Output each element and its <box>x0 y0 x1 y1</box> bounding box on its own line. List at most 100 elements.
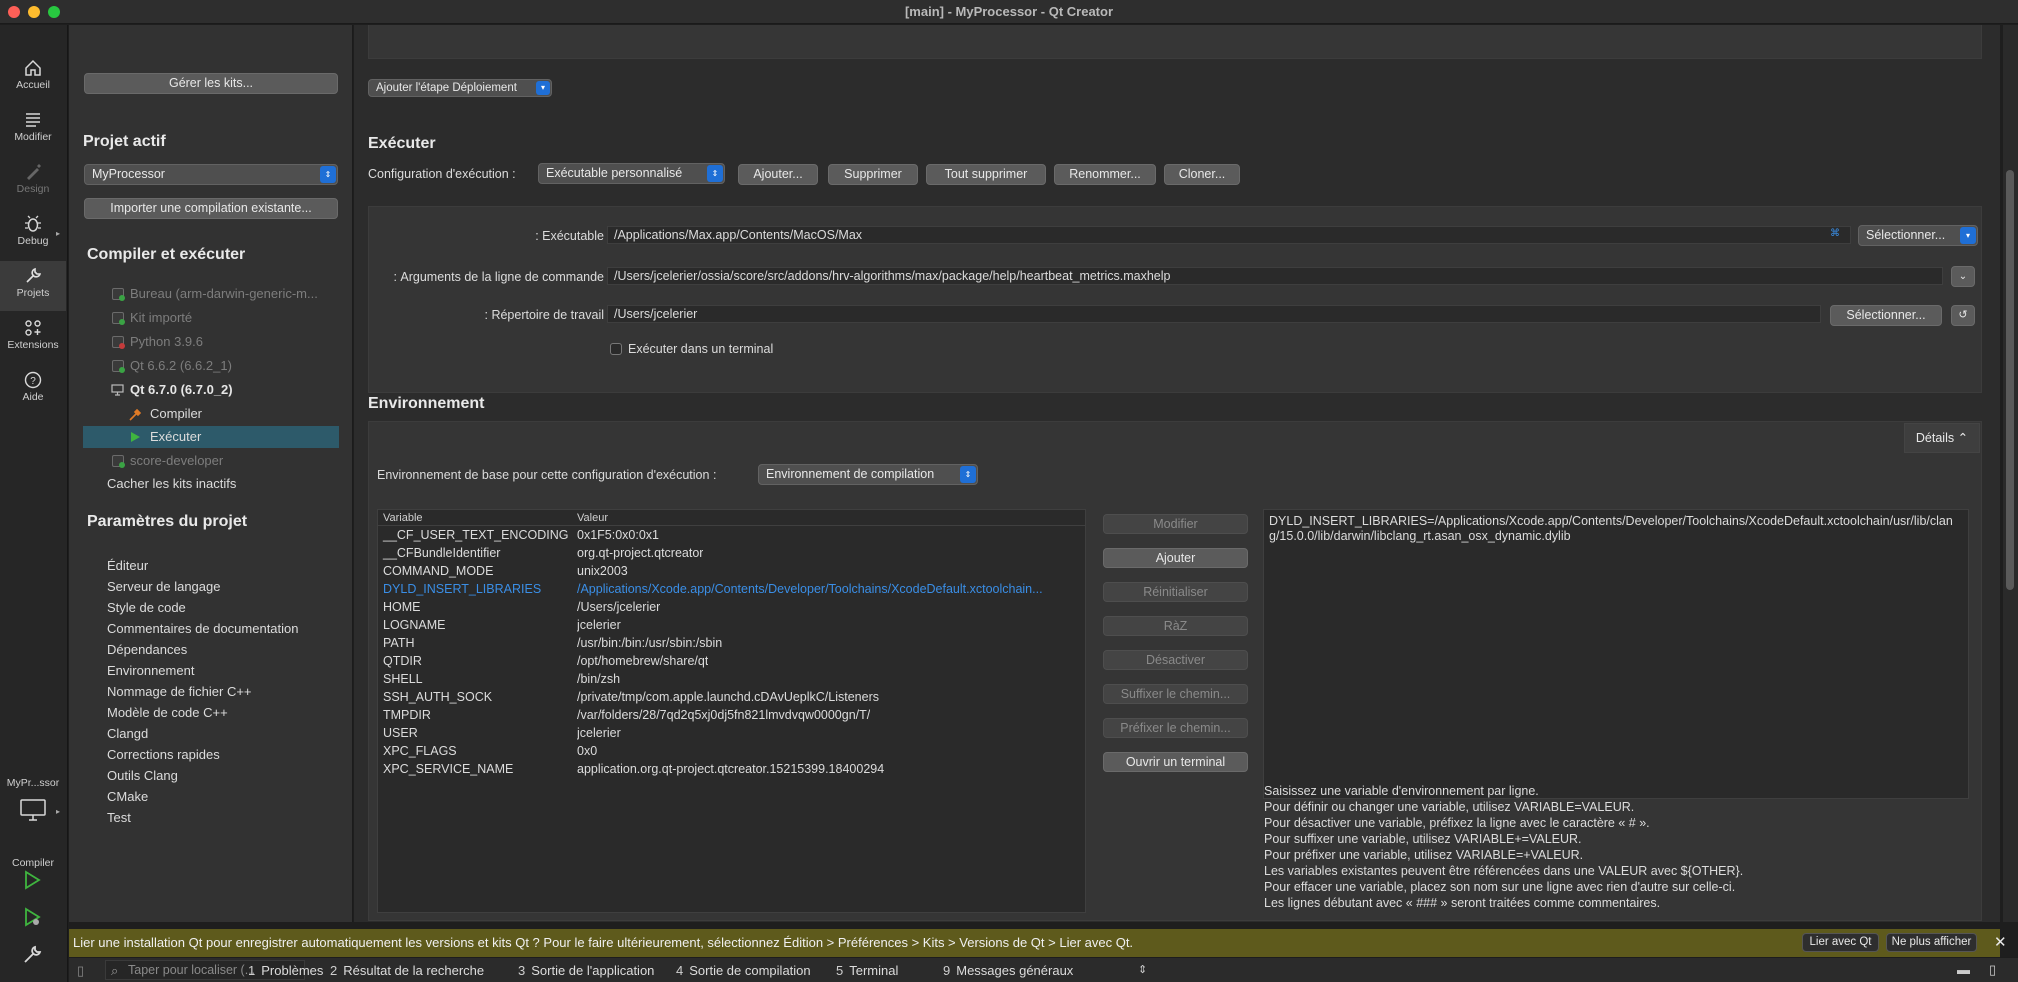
output-pane-button[interactable]: 2 Résultat de la recherche <box>330 963 484 978</box>
toggle-output-icon[interactable]: ▬ <box>1957 962 1970 977</box>
edit-variable-button[interactable]: Modifier <box>1103 514 1248 534</box>
project-setting-item[interactable]: Modèle de code C++ <box>107 705 228 720</box>
build-run-heading: Compiler et exécuter <box>87 246 246 263</box>
project-setting-item[interactable]: Corrections rapides <box>107 747 220 762</box>
add-run-config-button[interactable]: Ajouter... <box>738 164 818 185</box>
table-row[interactable]: LOGNAME jcelerier <box>378 617 1080 635</box>
active-project-select[interactable]: MyProcessor ⇕ <box>84 164 338 185</box>
value-cell: 0x0 <box>577 744 598 758</box>
add-deploy-step-select[interactable]: Ajouter l'étape Déploiement ▾ <box>368 79 552 97</box>
clone-run-config-button[interactable]: Cloner... <box>1164 164 1240 185</box>
open-terminal-button[interactable]: Ouvrir un terminal <box>1103 752 1248 772</box>
locator-placeholder: Taper pour localiser (... <box>128 963 256 977</box>
run-in-terminal-checkbox[interactable] <box>610 343 622 355</box>
variable-chooser-icon[interactable]: ⌘ <box>1830 228 1840 239</box>
base-env-select[interactable]: Environnement de compilation ⇕ <box>758 464 978 485</box>
table-row[interactable]: USER jcelerier <box>378 725 1080 743</box>
table-row[interactable]: XPC_SERVICE_NAME application.org.qt-proje… <box>378 761 1080 779</box>
project-setting-item[interactable]: Dépendances <box>107 642 187 657</box>
table-row[interactable]: HOME/Users/jcelerier <box>378 599 1080 617</box>
table-row[interactable]: TMPDIR/var/folders/28/7qd2q5xj0dj5fn821l… <box>378 707 1080 725</box>
close-icon[interactable]: ✕ <box>1994 933 2007 951</box>
project-setting-item[interactable]: Serveur de langage <box>107 579 220 594</box>
kit-item-active[interactable]: Qt 6.7.0 (6.7.0_2) <box>69 379 353 401</box>
output-pane-button[interactable]: 1 Problèmes <box>248 963 323 978</box>
add-variable-button[interactable]: Ajouter <box>1103 548 1248 568</box>
remove-run-config-button[interactable]: Supprimer <box>828 164 918 185</box>
manage-kits-button[interactable]: Gérer les kits... <box>84 73 338 94</box>
link-with-qt-button[interactable]: Lier avec Qt <box>1802 933 1879 952</box>
build-icon[interactable] <box>22 945 42 965</box>
kit-run-item[interactable]: Exécuter <box>83 426 339 448</box>
mode-welcome[interactable]: Accueil <box>0 53 66 103</box>
kit-item[interactable]: Python 3.9.6 <box>69 331 353 353</box>
kit-item[interactable]: score-developer <box>69 450 353 472</box>
toggle-sidebar-icon[interactable]: ▯ <box>77 963 84 979</box>
project-setting-item[interactable]: Environnement <box>107 663 194 678</box>
workdir-select-button[interactable]: Sélectionner... <box>1830 305 1942 326</box>
environment-editor[interactable]: DYLD_INSERT_LIBRARIES=/Applications/Xcod… <box>1263 509 1969 799</box>
raz-button[interactable]: RàZ <box>1103 616 1248 636</box>
debug-run-icon[interactable] <box>22 907 42 927</box>
chevron-updown-icon: ⇕ <box>320 166 336 183</box>
chevron-updown-icon[interactable]: ⇕ <box>1138 963 1147 976</box>
table-row[interactable]: SHELL/bin/zsh <box>378 671 1080 689</box>
project-setting-item[interactable]: Nommage de fichier C++ <box>107 684 252 699</box>
table-row[interactable]: __CFBundleIdentifier org.qt-project.qtcre… <box>378 545 1080 563</box>
workdir-field[interactable]: /Users/jcelerier <box>607 305 1821 323</box>
table-row[interactable]: SSH_AUTH_SOCK/private/tmp/com.apple.laun… <box>378 689 1080 707</box>
table-row[interactable]: __CF_USER_TEXT_ENCODING 0x1F5:0x0:0x1 <box>378 527 1080 545</box>
disable-variable-button[interactable]: Désactiver <box>1103 650 1248 670</box>
reset-variable-button[interactable]: Réinitialiser <box>1103 582 1248 602</box>
executable-field[interactable]: /Applications/Max.app/Contents/MacOS/Max <box>607 226 1851 244</box>
value-column-header[interactable]: Valeur <box>577 512 608 524</box>
run-icon[interactable] <box>22 870 42 890</box>
kit-selector[interactable]: ▸ Compiler <box>0 795 66 869</box>
output-pane-button[interactable]: 5 Terminal <box>836 963 898 978</box>
project-setting-item[interactable]: Style de code <box>107 600 186 615</box>
output-pane-button[interactable]: 3 Sortie de l'application <box>518 963 654 978</box>
mode-extensions[interactable]: Extensions <box>0 313 66 363</box>
expand-args-button[interactable]: ⌄ <box>1951 266 1975 287</box>
toggle-right-sidebar-icon[interactable]: ▯ <box>1989 962 1996 978</box>
project-setting-item[interactable]: Test <box>107 810 131 825</box>
details-toggle-button[interactable]: Détails ⌃ <box>1904 423 1980 453</box>
import-build-button[interactable]: Importer une compilation existante... <box>84 198 338 219</box>
remove-all-run-configs-button[interactable]: Tout supprimer <box>926 164 1046 185</box>
do-not-show-again-button[interactable]: Ne plus afficher <box>1886 933 1977 952</box>
project-setting-item[interactable]: Outils Clang <box>107 768 178 783</box>
mode-design[interactable]: Design <box>0 157 66 207</box>
project-setting-item[interactable]: Commentaires de documentation <box>107 621 299 636</box>
append-path-button[interactable]: Suffixer le chemin... <box>1103 684 1248 704</box>
hide-inactive-kits[interactable]: Cacher les kits inactifs <box>69 473 353 495</box>
output-pane-button[interactable]: 9 Messages généraux <box>943 963 1073 978</box>
table-row[interactable]: COMMAND_MODE unix2003 <box>378 563 1080 581</box>
mode-edit[interactable]: Modifier <box>0 105 66 155</box>
rename-run-config-button[interactable]: Renommer... <box>1054 164 1156 185</box>
mode-projects[interactable]: Projets <box>0 261 66 311</box>
table-row[interactable]: QTDIR/opt/homebrew/share/qt <box>378 653 1080 671</box>
mode-help[interactable]: ? Aide <box>0 365 66 415</box>
kit-item[interactable]: Qt 6.6.2 (6.6.2_1) <box>69 355 353 377</box>
scrollbar-thumb[interactable] <box>2006 170 2014 590</box>
reset-workdir-button[interactable]: ↺ <box>1951 305 1975 326</box>
args-field[interactable]: /Users/jcelerier/ossia/score/src/addons/… <box>607 267 1943 285</box>
executable-select-button[interactable]: Sélectionner... ▾ <box>1858 225 1978 246</box>
kit-selector-label: Compiler <box>11 857 54 869</box>
main-scrollbar[interactable] <box>2003 25 2018 922</box>
run-config-select[interactable]: Exécutable personnalisé ⇕ <box>538 163 725 184</box>
mode-debug[interactable]: Debug ▸ <box>0 209 66 259</box>
table-row[interactable]: DYLD_INSERT_LIBRARIES/Applications/Xcode… <box>378 581 1080 599</box>
project-setting-item[interactable]: Clangd <box>107 726 148 741</box>
table-row[interactable]: XPC_FLAGS 0x0 <box>378 743 1080 761</box>
project-setting-item[interactable]: Éditeur <box>107 558 148 573</box>
table-row[interactable]: PATH/usr/bin:/bin:/usr/sbin:/sbin <box>378 635 1080 653</box>
kit-build-item[interactable]: Compiler <box>69 403 353 425</box>
kit-item[interactable]: Bureau (arm-darwin-generic-m... <box>69 283 353 305</box>
prepend-path-button[interactable]: Préfixer le chemin... <box>1103 718 1248 738</box>
environment-heading: Environnement <box>368 395 485 412</box>
output-pane-button[interactable]: 4 Sortie de compilation <box>676 963 811 978</box>
variable-column-header[interactable]: Variable <box>383 512 423 524</box>
project-setting-item[interactable]: CMake <box>107 789 148 804</box>
kit-item[interactable]: Kit importé <box>69 307 353 329</box>
